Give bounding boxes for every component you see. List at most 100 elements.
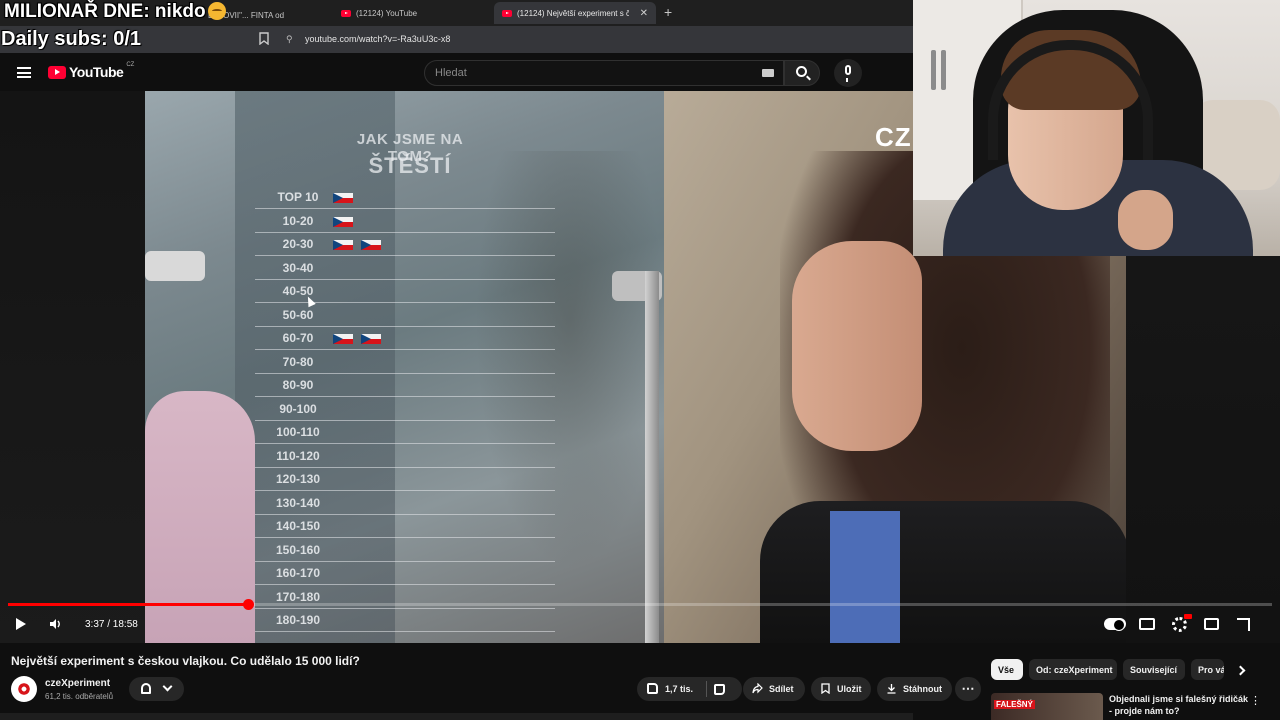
youtube-play-logo-icon: [48, 65, 66, 79]
download-button[interactable]: Stáhnout: [877, 677, 952, 701]
streamer-hand: [1118, 190, 1173, 250]
video-frame-left: [0, 91, 145, 643]
subtitles-icon[interactable]: [1139, 618, 1155, 630]
board-row-label: 40-50: [282, 284, 314, 298]
settings-gear-icon[interactable]: [1172, 617, 1187, 632]
progress-played: [8, 603, 249, 606]
youtube-favicon-icon: [341, 9, 351, 17]
woman-shirt: [830, 511, 900, 643]
board-row-label: 130-140: [275, 495, 321, 510]
board-row: TOP 10: [255, 186, 555, 209]
streamer-webcam: [913, 0, 1280, 256]
autoplay-toggle[interactable]: [1104, 618, 1126, 631]
board-row: 80-90: [255, 374, 555, 397]
save-bookmark-icon: [821, 683, 830, 694]
board-subtitle: ŠTĚSTÍ: [368, 153, 452, 178]
czech-flag-icon: [361, 240, 381, 250]
bell-icon: [141, 683, 151, 694]
overlay-title-text: MILIONAŘ DNE: nikdo: [4, 1, 206, 22]
search-input[interactable]: [435, 66, 755, 80]
subscriber-count: 61,2 tis. odběratelů: [45, 692, 114, 701]
share-label: Sdílet: [769, 684, 794, 694]
hamburger-menu-icon[interactable]: [17, 67, 31, 78]
board-row: 30-40: [255, 257, 555, 280]
board-pole: [645, 271, 659, 643]
channel-avatar[interactable]: [11, 676, 37, 702]
notification-bell-button[interactable]: [129, 677, 184, 701]
czech-flag-icon: [361, 334, 381, 344]
share-button[interactable]: Sdílet: [743, 677, 805, 701]
save-button[interactable]: Uložit: [811, 677, 871, 701]
more-actions-button[interactable]: ⋯: [955, 677, 981, 701]
search-button[interactable]: [784, 60, 820, 86]
download-icon: [887, 684, 896, 694]
chip-from-channel[interactable]: Od: czeXperiment: [1029, 659, 1117, 680]
logo-text: YouTube: [69, 64, 124, 80]
czech-flag-icon: [333, 216, 353, 227]
stream-overlay-subs: Daily subs: 0/1: [1, 28, 142, 50]
chip-related[interactable]: Související: [1123, 659, 1185, 680]
like-count[interactable]: 1,7 tis.: [665, 684, 693, 694]
board-row: 120-130: [255, 468, 555, 491]
board-row: 10-20: [255, 210, 555, 233]
region-code: CZ: [126, 62, 135, 68]
board-row: 180-190: [255, 609, 555, 632]
progress-bar[interactable]: [8, 599, 1272, 610]
close-icon[interactable]: ✕: [640, 8, 648, 19]
board-row: 130-140: [255, 492, 555, 515]
thumbs-down-icon[interactable]: [714, 684, 725, 695]
chip-all[interactable]: Vše: [991, 659, 1023, 680]
board-row-label: 90-100: [279, 401, 317, 416]
camera-mount-left: [145, 251, 205, 281]
channel-name[interactable]: czeXperiment: [45, 678, 110, 689]
keyboard-icon[interactable]: [762, 69, 774, 77]
thumbs-up-icon[interactable]: [647, 683, 658, 694]
play-icon[interactable]: [16, 618, 26, 630]
bottom-edge: [0, 713, 913, 720]
chevron-right-icon[interactable]: [1235, 665, 1246, 676]
browser-tab-youtube[interactable]: (12124) YouTube: [333, 2, 483, 24]
share-icon: [752, 683, 763, 694]
board-row-label: 100-110: [276, 425, 320, 439]
woman-face: [792, 241, 922, 451]
search-box: [424, 60, 784, 86]
bookmark-icon[interactable]: [259, 32, 269, 45]
site-info-icon[interactable]: ⚲: [286, 34, 293, 45]
chevron-down-icon: [162, 681, 173, 692]
youtube-logo[interactable]: YouTube CZ: [48, 62, 135, 80]
recommended-more-icon[interactable]: ⋮: [1250, 694, 1261, 707]
recommended-thumbnail[interactable]: FALEŠNÝ: [991, 693, 1103, 720]
chip-for-you[interactable]: Pro vás: [1191, 659, 1224, 680]
stream-overlay-title: MILIONAŘ DNE: nikdo: [4, 1, 226, 23]
tab-label: (12124) Největší experiment s če: [517, 8, 629, 18]
new-tab-button[interactable]: +: [664, 4, 672, 20]
board-row: 110-120: [255, 445, 555, 468]
board-row-label: 120-130: [275, 472, 321, 486]
fullscreen-icon[interactable]: [1237, 618, 1250, 631]
youtube-masthead: YouTube CZ: [0, 53, 913, 91]
tab-label: (12124) YouTube: [356, 8, 418, 18]
board-row: 140-150: [255, 515, 555, 538]
board-row: 160-170: [255, 562, 555, 585]
board-row-label: 170-180: [275, 589, 321, 604]
url-field[interactable]: youtube.com/watch?v=-Ra3uU3c-x8: [305, 34, 450, 44]
board-row-label: 70-80: [282, 354, 314, 369]
browser-tab-active[interactable]: (12124) Největší experiment s če ✕: [494, 2, 656, 24]
microphone-icon: [845, 65, 851, 82]
save-label: Uložit: [837, 684, 862, 694]
recommended-title[interactable]: Objednali jsme si falešný řidičák - proj…: [1109, 693, 1249, 717]
voice-search-button[interactable]: [834, 59, 862, 87]
board-row-label: 30-40: [282, 260, 314, 275]
czech-flag-icon: [333, 334, 353, 344]
youtube-favicon-icon: [502, 9, 512, 17]
board-row: 50-60: [255, 304, 555, 327]
board-row-label: 10-20: [282, 213, 314, 228]
board-row-label: 150-160: [275, 542, 321, 557]
board-row-label: 160-170: [275, 566, 321, 580]
volume-icon[interactable]: [49, 618, 61, 630]
door-handle: [941, 50, 946, 90]
miniplayer-icon[interactable]: [1204, 618, 1219, 630]
board-row: 40-50: [255, 280, 555, 303]
board-row: 70-80: [255, 351, 555, 374]
search-icon: [796, 66, 807, 77]
